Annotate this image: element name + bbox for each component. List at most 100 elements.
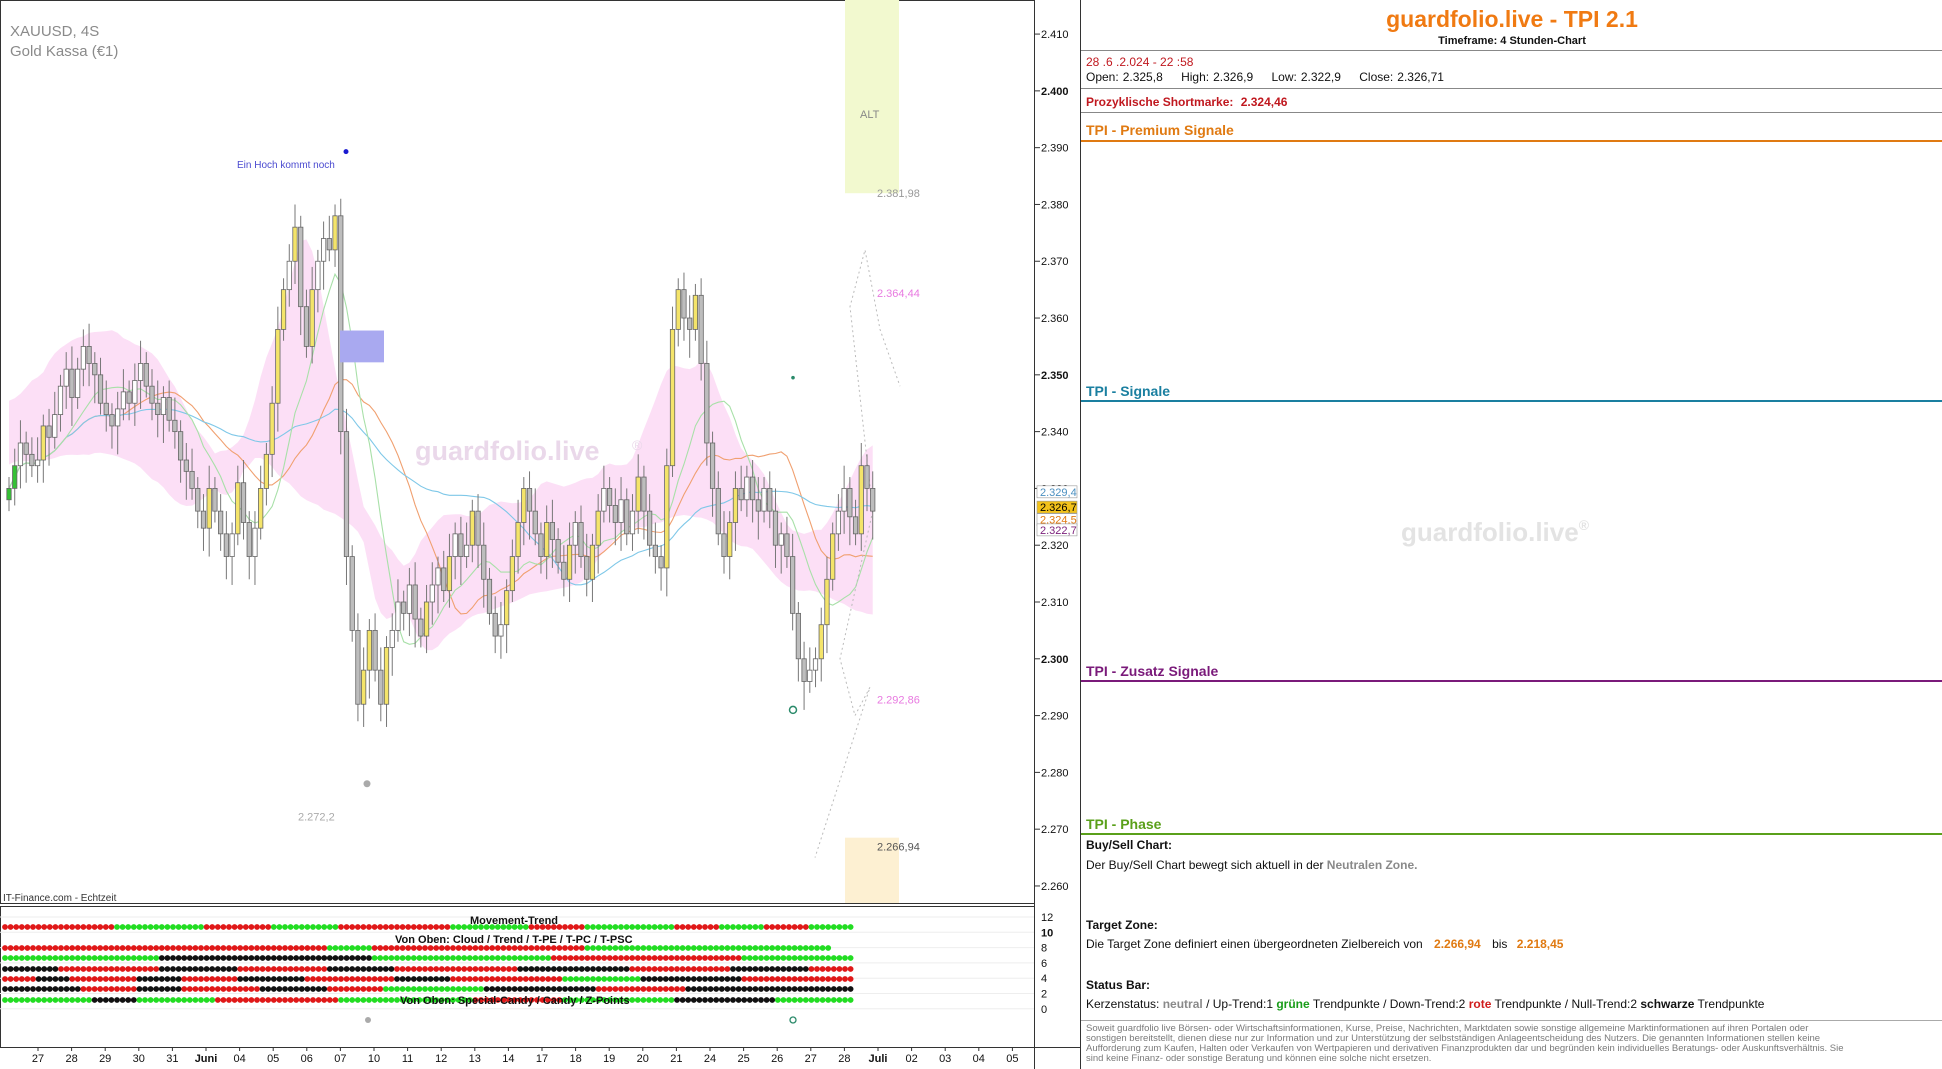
indicator-dot bbox=[248, 955, 255, 961]
indicator-dot bbox=[164, 997, 171, 1003]
x-tick-label: 07 bbox=[334, 1053, 346, 1065]
indicator-dot bbox=[35, 924, 42, 930]
indicator-dot bbox=[466, 955, 473, 961]
candle bbox=[349, 545, 355, 642]
indicator-dot bbox=[752, 997, 759, 1003]
indicator-dot bbox=[46, 997, 53, 1003]
indicator-dot bbox=[181, 986, 188, 992]
indicator-dot bbox=[58, 966, 64, 972]
indicator-dot bbox=[646, 997, 652, 1003]
indicator-dot bbox=[136, 966, 143, 972]
indicator-dot bbox=[584, 986, 591, 992]
chart-instrument: Gold Kassa (€1) bbox=[10, 43, 118, 60]
candle-body bbox=[812, 658, 819, 671]
indicator-dot bbox=[181, 924, 188, 930]
indicator-dot bbox=[735, 955, 742, 961]
indicator-dot bbox=[175, 997, 182, 1003]
indicator-dot bbox=[489, 986, 496, 992]
indicator-dot bbox=[153, 997, 160, 1003]
indicator-dot bbox=[573, 976, 580, 982]
candle-body bbox=[332, 215, 338, 251]
indicator-dot bbox=[567, 966, 574, 972]
indicator-dot bbox=[612, 924, 619, 930]
indicator-dot bbox=[24, 986, 31, 992]
price-chart[interactable]: 2.381,982.364,442.292,862.272,22.266,94 … bbox=[0, 0, 1080, 1069]
indicator-dot bbox=[282, 986, 288, 992]
indicator-dot bbox=[186, 966, 193, 972]
indicator-dot bbox=[791, 945, 798, 951]
indicator-dot bbox=[108, 945, 115, 951]
y-tick-label: 2.270 bbox=[1041, 824, 1069, 836]
indicator-dot bbox=[416, 986, 423, 992]
indicator-dot bbox=[7, 997, 14, 1003]
indicator-dot bbox=[69, 945, 76, 951]
indicator-dot bbox=[405, 966, 412, 972]
indicator-dot bbox=[186, 924, 193, 930]
signal-line-phase bbox=[1081, 833, 1942, 835]
x-tick-label: 14 bbox=[502, 1053, 514, 1065]
indicator-dot bbox=[500, 986, 507, 992]
indicator-dot bbox=[522, 955, 529, 961]
level-label: 2.381,98 bbox=[877, 188, 920, 200]
indicator-dot bbox=[209, 945, 216, 951]
indicator-dot bbox=[746, 955, 753, 961]
price-tag-label: 2.326,7 bbox=[1040, 502, 1077, 514]
indicator-dot bbox=[270, 966, 277, 972]
indicator-dot bbox=[259, 945, 266, 951]
indicator-dot bbox=[707, 955, 714, 961]
indicator-dot bbox=[338, 955, 344, 961]
indicator-dot bbox=[746, 997, 753, 1003]
indicator-dot bbox=[847, 997, 854, 1003]
indicator-dot bbox=[108, 986, 115, 992]
indicator-dot bbox=[410, 976, 417, 982]
indicator-dot bbox=[130, 966, 137, 972]
indicator-dot bbox=[690, 924, 697, 930]
indicator-dot bbox=[702, 945, 708, 951]
candle-body bbox=[172, 419, 178, 433]
indicator-dot bbox=[242, 966, 249, 972]
indicator-dot bbox=[550, 986, 557, 992]
indicator-dot bbox=[130, 924, 137, 930]
candle-body bbox=[218, 510, 224, 535]
indicator-dot bbox=[52, 966, 59, 972]
indicator-dot bbox=[758, 966, 764, 972]
candle-body bbox=[607, 488, 613, 506]
indicator-dot bbox=[433, 955, 440, 961]
indicator-dot bbox=[394, 924, 400, 930]
indicator-dot bbox=[422, 976, 428, 982]
indicator-dot bbox=[30, 976, 36, 982]
indicator-dot bbox=[741, 966, 748, 972]
indicator-dot bbox=[618, 924, 624, 930]
indicator-dot bbox=[595, 986, 602, 992]
indicator-dot bbox=[332, 976, 339, 982]
info-panel: guardfolio.live - TPI 2.1 Timeframe: 4 S… bbox=[1080, 0, 1942, 1069]
indicator-dot bbox=[416, 924, 423, 930]
indicator-dot bbox=[668, 976, 675, 982]
indicator-dot bbox=[528, 955, 535, 961]
indicator-dot bbox=[808, 966, 815, 972]
indicator-dot bbox=[74, 966, 81, 972]
indicator-dot bbox=[500, 955, 507, 961]
indicator-dot bbox=[24, 945, 31, 951]
indicator-dot bbox=[662, 966, 669, 972]
candle bbox=[361, 647, 367, 727]
indicator-dot bbox=[46, 966, 53, 972]
level-label: 2.292,86 bbox=[877, 694, 920, 706]
indicator-dot bbox=[220, 997, 227, 1003]
candle-body bbox=[97, 374, 104, 404]
status-neutral: neutral bbox=[1162, 997, 1203, 1011]
indicator-dot bbox=[298, 976, 305, 982]
marker bbox=[791, 375, 795, 380]
indicator-dot bbox=[158, 976, 165, 982]
indicator-dot bbox=[310, 986, 316, 992]
indicator-dot bbox=[332, 966, 339, 972]
candle-body bbox=[852, 516, 859, 535]
indicator-dot bbox=[808, 924, 815, 930]
indicator-dot bbox=[814, 976, 820, 982]
indicator-dot bbox=[534, 955, 540, 961]
indicator-dot bbox=[651, 945, 658, 951]
indicator-dot bbox=[259, 986, 266, 992]
candle bbox=[383, 636, 390, 727]
indicator-dot bbox=[455, 986, 462, 992]
candle-body bbox=[481, 544, 487, 580]
